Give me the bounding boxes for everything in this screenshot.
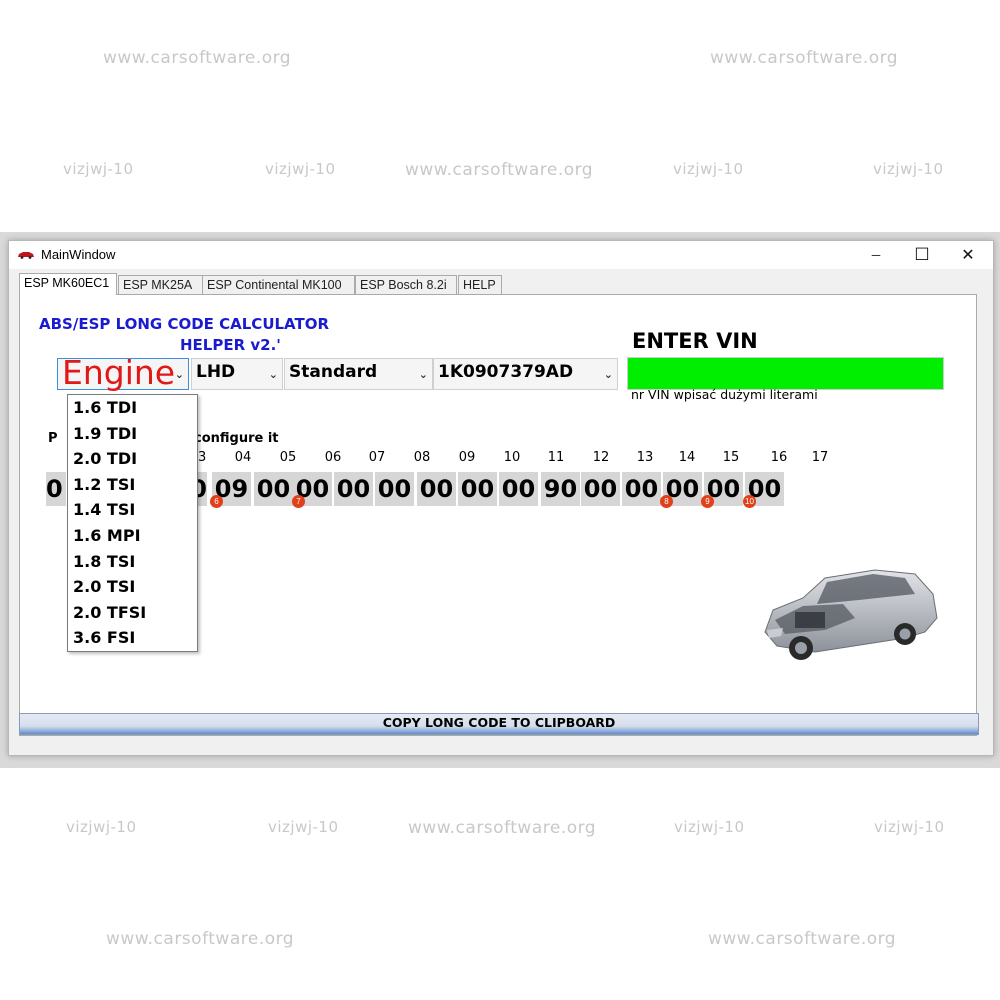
watermark-code: vizjwj-10 — [265, 160, 336, 178]
part-number-value: 1K0907379AD — [438, 362, 574, 382]
watermark-site: www.carsoftware.org — [710, 48, 899, 68]
byte-column-number: 06 — [324, 450, 342, 465]
byte-column-number: 05 — [279, 450, 297, 465]
watermark-site: www.carsoftware.org — [106, 929, 295, 949]
engine-option[interactable]: 1.6 MPI — [68, 523, 197, 549]
variant-select[interactable]: Standard ⌄ — [284, 358, 433, 390]
watermark-code: vizjwj-10 — [66, 818, 137, 836]
enter-vin-label: ENTER VIN — [632, 329, 758, 353]
engine-dropdown-list: 1.6 TDI 1.9 TDI 2.0 TDI 1.2 TSI 1.4 TSI … — [67, 394, 198, 652]
chevron-down-icon: ⌄ — [603, 368, 613, 381]
tab-esp-bosch-82i[interactable]: ESP Bosch 8.2i — [355, 275, 457, 294]
watermark-site: www.carsoftware.org — [103, 48, 292, 68]
watermark-site: www.carsoftware.org — [708, 929, 897, 949]
byte-column-number: 17 — [811, 450, 829, 465]
window-title: MainWindow — [41, 247, 116, 262]
engine-select-value: Engine — [62, 353, 176, 392]
byte-column-number: 07 — [368, 450, 386, 465]
vin-hint: nr VIN wpisać dużymi literami — [631, 387, 818, 402]
chevron-down-icon: ⌄ — [418, 368, 428, 381]
watermark-code: vizjwj-10 — [268, 818, 339, 836]
watermark-code: vizjwj-10 — [63, 160, 134, 178]
variant-value: Standard — [289, 362, 378, 382]
watermark-code: vizjwj-10 — [873, 160, 944, 178]
title-bar[interactable]: MainWindow ─ ☐ ✕ — [9, 241, 993, 269]
maximize-icon: ☐ — [914, 245, 930, 264]
byte-field[interactable]: 90 — [541, 472, 580, 506]
minimize-icon: ─ — [871, 248, 881, 262]
watermark-code: vizjwj-10 — [674, 818, 745, 836]
engine-option[interactable]: 1.8 TSI — [68, 549, 197, 575]
engine-option[interactable]: 2.0 TSI — [68, 574, 197, 600]
app-heading: ABS/ESP LONG CODE CALCULATOR — [39, 315, 330, 333]
engine-option[interactable]: 1.6 TDI — [68, 395, 197, 421]
byte-field[interactable]: 0 — [46, 472, 66, 506]
vin-input[interactable] — [627, 357, 944, 390]
instruction-text: configure it — [194, 431, 279, 446]
byte-field[interactable]: 00 — [334, 472, 373, 506]
close-icon: ✕ — [961, 247, 975, 264]
byte-column-number: 12 — [592, 450, 610, 465]
calculator-panel: ABS/ESP LONG CODE CALCULATOR HELPER v2.'… — [19, 294, 977, 736]
byte-field[interactable]: 00 — [581, 472, 620, 506]
drive-side-value: LHD — [196, 362, 236, 382]
tab-esp-mk25a[interactable]: ESP MK25A — [118, 275, 203, 294]
byte-field[interactable]: 00 — [458, 472, 497, 506]
watermark-site: www.carsoftware.org — [408, 818, 597, 838]
instruction-text-start: P — [48, 431, 58, 446]
chevron-down-icon: ⌄ — [174, 368, 184, 381]
byte-column-number: 13 — [636, 450, 654, 465]
maximize-button[interactable]: ☐ — [899, 241, 945, 269]
byte-marker: 7 — [292, 495, 305, 508]
byte-field[interactable]: 00 — [622, 472, 661, 506]
minimize-button[interactable]: ─ — [853, 241, 899, 269]
tab-help[interactable]: HELP — [458, 275, 502, 294]
byte-column-number: 14 — [678, 450, 696, 465]
car-illustration — [764, 569, 938, 660]
byte-column-number: 15 — [722, 450, 740, 465]
byte-marker: 9 — [701, 495, 714, 508]
byte-field[interactable]: 00 — [375, 472, 414, 506]
main-window: MainWindow ─ ☐ ✕ ESP MK60EC1 ESP MK25A E… — [8, 240, 994, 756]
byte-column-number: 09 — [458, 450, 476, 465]
byte-column-number: 04 — [234, 450, 252, 465]
close-button[interactable]: ✕ — [945, 241, 991, 269]
byte-field[interactable]: 00 — [417, 472, 456, 506]
car-app-icon — [18, 252, 34, 259]
engine-option[interactable]: 3.6 FSI — [68, 625, 197, 651]
engine-option[interactable]: 1.9 TDI — [68, 421, 197, 447]
byte-marker: 10 — [743, 495, 756, 508]
part-number-select[interactable]: 1K0907379AD ⌄ — [433, 358, 618, 390]
app-version: HELPER v2.' — [180, 336, 281, 354]
engine-select[interactable]: Engine ⌄ — [57, 353, 189, 392]
engine-option[interactable]: 2.0 TFSI — [68, 600, 197, 626]
watermark-code: vizjwj-10 — [673, 160, 744, 178]
tab-esp-continental-mk100[interactable]: ESP Continental MK100 — [202, 275, 355, 294]
tab-esp-mk60ec1[interactable]: ESP MK60EC1 — [19, 273, 117, 295]
watermark-site: www.carsoftware.org — [405, 160, 594, 180]
engine-option[interactable]: 1.4 TSI — [68, 497, 197, 523]
byte-column-number: 16 — [770, 450, 788, 465]
byte-field[interactable]: 00 — [254, 472, 293, 506]
drive-side-select[interactable]: LHD ⌄ — [191, 358, 283, 390]
byte-column-number: 11 — [547, 450, 565, 465]
byte-column-number: 08 — [413, 450, 431, 465]
engine-option[interactable]: 2.0 TDI — [68, 446, 197, 472]
engine-option[interactable]: 1.2 TSI — [68, 472, 197, 498]
byte-field[interactable]: 00 — [499, 472, 538, 506]
byte-marker: 8 — [660, 495, 673, 508]
byte-column-number: 10 — [503, 450, 521, 465]
chevron-down-icon: ⌄ — [268, 368, 278, 381]
copy-long-code-button[interactable]: COPY LONG CODE TO CLIPBOARD — [19, 713, 979, 735]
byte-marker: 6 — [210, 495, 223, 508]
watermark-code: vizjwj-10 — [874, 818, 945, 836]
